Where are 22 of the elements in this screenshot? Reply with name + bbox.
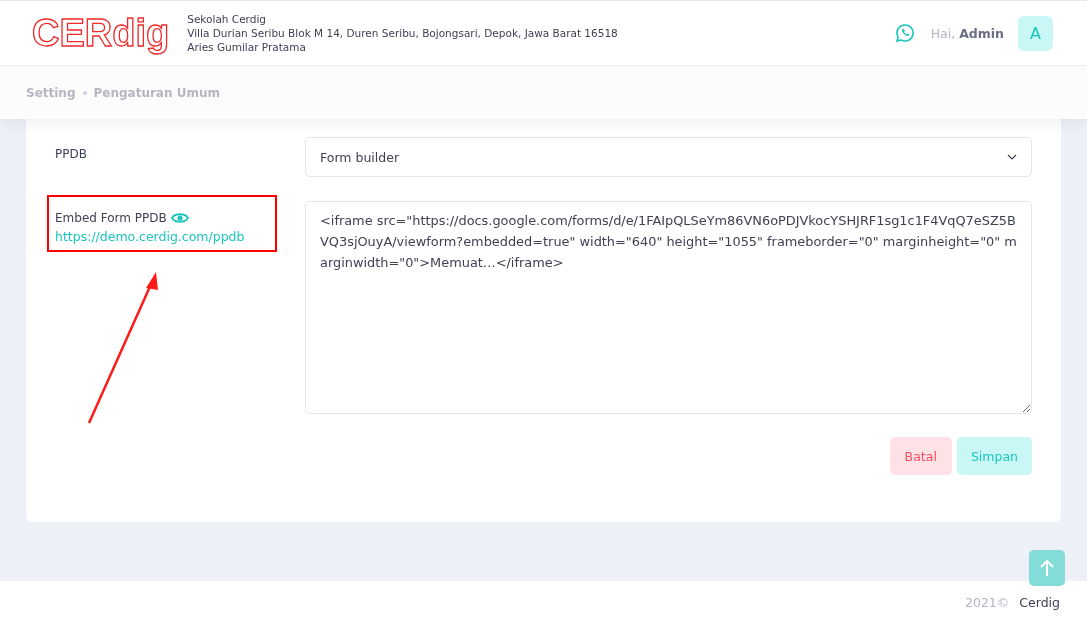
breadcrumb-item[interactable]: Setting (26, 85, 76, 100)
field-label: PPDB (55, 147, 87, 161)
user-avatar[interactable]: A (1018, 15, 1053, 51)
cancel-button[interactable]: Batal (889, 437, 952, 475)
save-button[interactable]: Simpan (956, 437, 1032, 475)
footer-brand[interactable]: Cerdig (1019, 594, 1060, 610)
arrow-up-icon (1039, 559, 1055, 577)
scroll-top-button[interactable] (1029, 550, 1065, 586)
user-name: Admin (959, 25, 1004, 41)
school-name: Sekolah Cerdig (187, 13, 267, 25)
select-field[interactable]: Form builder (305, 137, 1032, 177)
breadcrumb-item[interactable]: Pengaturan Umum (93, 85, 220, 100)
chevron-down-icon (1007, 154, 1017, 160)
ppdb-link[interactable]: https://demo.cerdig.com/ppdb (55, 229, 269, 244)
greeting-text: Hai, (930, 25, 956, 41)
eye-icon[interactable] (170, 212, 189, 224)
principal-name: Aries Gumilar Pratama (187, 41, 307, 53)
field-label: Embed Form PPDB (55, 211, 167, 225)
chat-bubble-phone-icon[interactable] (894, 23, 915, 43)
copyright-year: 2021© (965, 594, 1010, 610)
embed-code-textarea[interactable]: <iframe src="https://docs.google.com/forms/d/e/1FAIpQLSeYm86VN6oPDJVkocYSHJRF1sg1c1F4VqQ7eSZ5BVQ3sjOuyA/viewform?embedded=true" width="640" height="1055" frameborder="0" marginheight="0" marginwidth="0">Memuat…</iframe> (305, 201, 1032, 414)
school-address: Villa Durian Seribu Blok M 14, Duren Seribu, Bojongsari, Depok, Jawa Barat 16518 (187, 27, 618, 39)
